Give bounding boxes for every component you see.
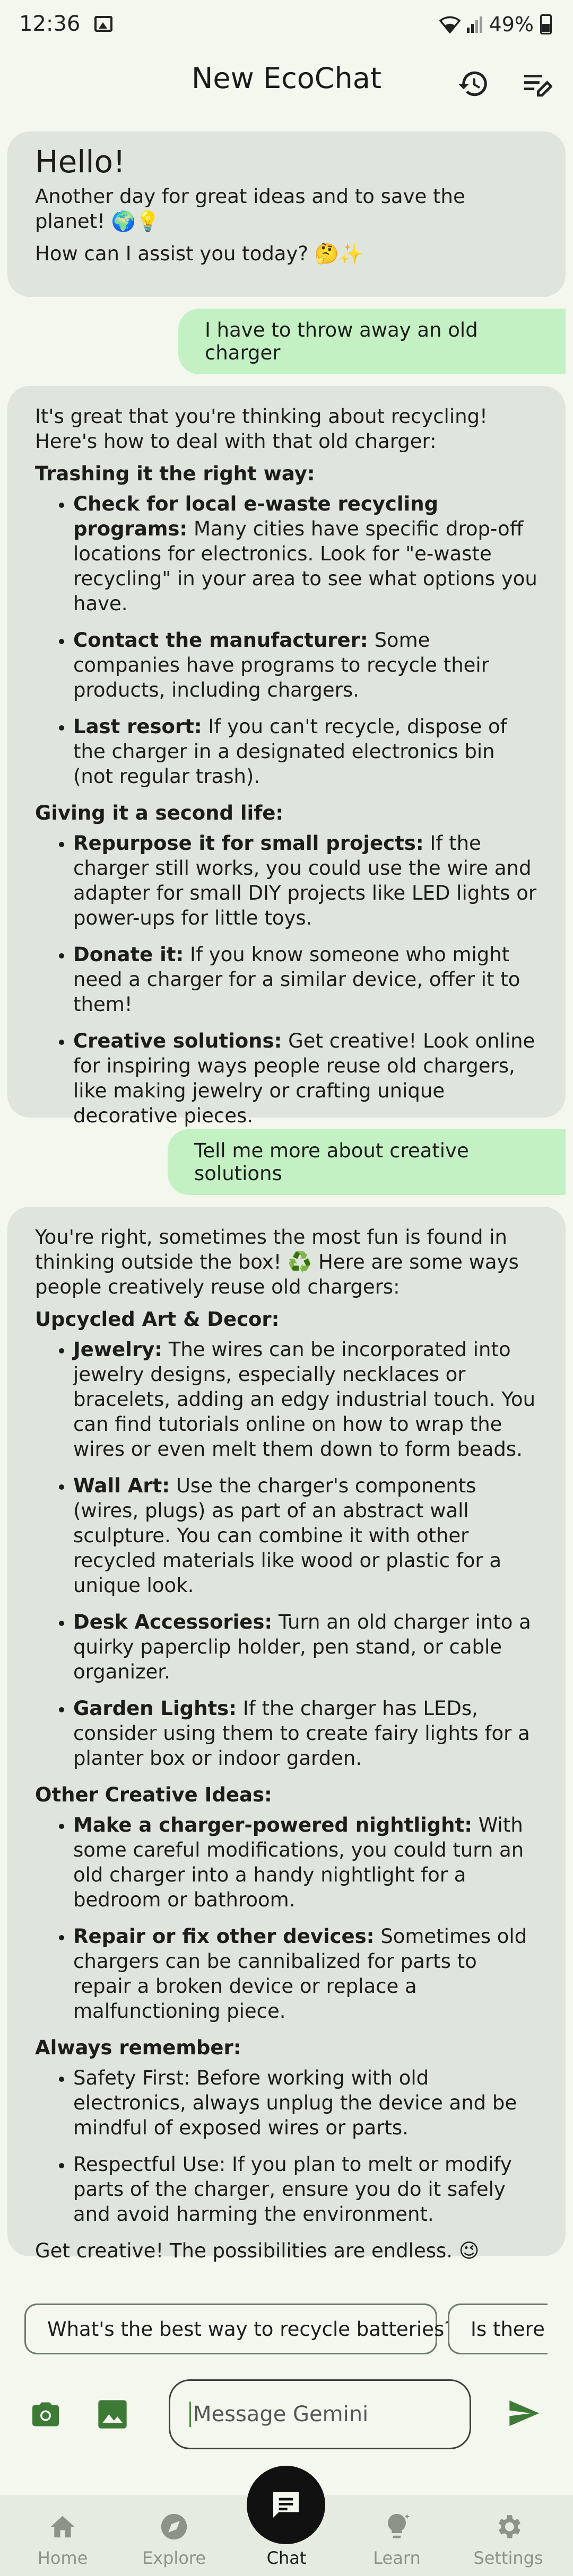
nav-label: Learn <box>373 2548 421 2568</box>
suggestion-chip[interactable]: What's the best way to recycle batteries… <box>24 2304 455 2354</box>
section-heading: Giving it a second life: <box>35 802 284 824</box>
message-text: How can I assist you today? 🤔✨ <box>35 242 363 265</box>
nav-settings[interactable]: Settings <box>461 2495 556 2576</box>
nav-label: Home <box>37 2548 88 2568</box>
list-item: Donate it: If you know someone who might… <box>73 942 538 1017</box>
list-item: Wall Art: Use the charger's components (… <box>73 1473 538 1598</box>
message-text: You're right, sometimes the most fun is … <box>35 1226 519 1298</box>
wifi-icon <box>439 16 461 33</box>
assistant-message: You're right, sometimes the most fun is … <box>7 1207 566 2262</box>
suggestion-chip-clip: Is there c <box>448 2304 548 2354</box>
chat-icon <box>273 2492 299 2518</box>
list-item: Safety First: Before working with old el… <box>73 2065 538 2140</box>
item-title: Garden Lights: <box>73 1697 237 1720</box>
list-item: Jewelry: The wires can be incorporated i… <box>73 1337 538 1462</box>
nav-label: Settings <box>473 2548 543 2568</box>
signal-icon <box>466 16 482 33</box>
list-item: Make a charger-powered nightlight: With … <box>73 1813 538 1912</box>
text-caret <box>189 2402 191 2427</box>
nav-explore[interactable]: Explore <box>126 2495 222 2576</box>
item-title: Desk Accessories: <box>73 1611 273 1633</box>
image-icon[interactable] <box>96 2397 133 2432</box>
list-item: Contact the manufacturer: Some companies… <box>73 628 538 702</box>
compass-icon <box>158 2511 190 2543</box>
list-item: Creative solutions: Get creative! Look o… <box>73 1028 538 1128</box>
status-time: 12:36 <box>19 12 81 36</box>
greeting-heading: Hello! <box>35 144 126 180</box>
app-header: New EcoChat <box>0 53 573 127</box>
status-right: 49% <box>439 13 552 36</box>
list-item: Garden Lights: If the charger has LEDs, … <box>73 1696 538 1771</box>
bullet-list: Jewelry: The wires can be incorporated i… <box>35 1337 538 1771</box>
chip-label: Is there c <box>471 2317 548 2341</box>
list-item: Last resort: If you can't recycle, dispo… <box>73 714 538 789</box>
bullet-list: Make a charger-powered nightlight: With … <box>35 1813 538 2024</box>
bullet-list: Safety First: Before working with old el… <box>35 2065 538 2227</box>
list-item: Desk Accessories: Turn an old charger in… <box>73 1610 538 1684</box>
section-heading: Trashing it the right way: <box>35 462 315 485</box>
home-icon <box>47 2511 79 2543</box>
item-title: Contact the manufacturer: <box>73 629 368 652</box>
chip-label: What's the best way to recycle batteries… <box>47 2317 455 2341</box>
suggestion-chip[interactable]: Is there c <box>448 2304 548 2354</box>
section-heading: Always remember: <box>35 2036 241 2059</box>
message-text: It's great that you're thinking about re… <box>35 405 488 453</box>
chat-fab[interactable] <box>247 2466 325 2544</box>
nav-label: Explore <box>142 2548 206 2568</box>
camera-icon[interactable] <box>29 2398 66 2432</box>
item-title: Jewelry: <box>73 1338 162 1361</box>
gear-icon <box>492 2511 524 2543</box>
user-message-text: I have to throw away an old charger <box>205 319 478 364</box>
assistant-message: Hello! Another day for great ideas and t… <box>7 131 566 297</box>
gallery-notification-icon <box>94 16 112 32</box>
status-bar: 12:36 49% <box>0 0 573 53</box>
bullet-list: Repurpose it for small projects: If the … <box>35 831 538 1128</box>
list-item: Repurpose it for small projects: If the … <box>73 831 538 930</box>
battery-icon <box>540 14 552 34</box>
nav-label: Chat <box>266 2548 307 2568</box>
item-title: Make a charger-powered nightlight: <box>73 1814 472 1836</box>
history-icon[interactable] <box>452 63 494 105</box>
new-chat-icon[interactable] <box>516 63 558 105</box>
item-title: Wall Art: <box>73 1474 170 1497</box>
item-title: Last resort: <box>73 715 202 738</box>
user-message: Tell me more about creative solutions <box>168 1129 566 1195</box>
user-message: I have to throw away an old charger <box>178 309 566 374</box>
list-item: Check for local e-waste recycling progra… <box>73 491 538 616</box>
lightbulb-icon <box>381 2511 413 2543</box>
message-input-placeholder: Message Gemini <box>193 2402 369 2426</box>
battery-percent: 49% <box>489 13 534 36</box>
item-title: Repair or fix other devices: <box>73 1925 375 1948</box>
item-title: Repurpose it for small projects: <box>73 832 424 855</box>
section-heading: Other Creative Ideas: <box>35 1783 272 1806</box>
list-item: Repair or fix other devices: Sometimes o… <box>73 1924 538 2024</box>
send-icon[interactable] <box>505 2396 548 2433</box>
user-message-text: Tell me more about creative solutions <box>194 1139 469 1185</box>
bullet-list: Check for local e-waste recycling progra… <box>35 491 538 789</box>
section-heading: Upcycled Art & Decor: <box>35 1308 280 1331</box>
item-title: Creative solutions: <box>73 1030 282 1052</box>
nav-learn[interactable]: Learn <box>349 2495 445 2576</box>
assistant-message: It's great that you're thinking about re… <box>7 386 566 1127</box>
message-input[interactable]: Message Gemini <box>169 2379 471 2449</box>
message-text: Another day for great ideas and to save … <box>35 185 465 233</box>
item-title: Donate it: <box>73 943 184 966</box>
message-text: Get creative! The possibilities are endl… <box>35 2239 480 2262</box>
nav-home[interactable]: Home <box>15 2495 110 2576</box>
list-item: Respectful Use: If you plan to melt or m… <box>73 2152 538 2227</box>
